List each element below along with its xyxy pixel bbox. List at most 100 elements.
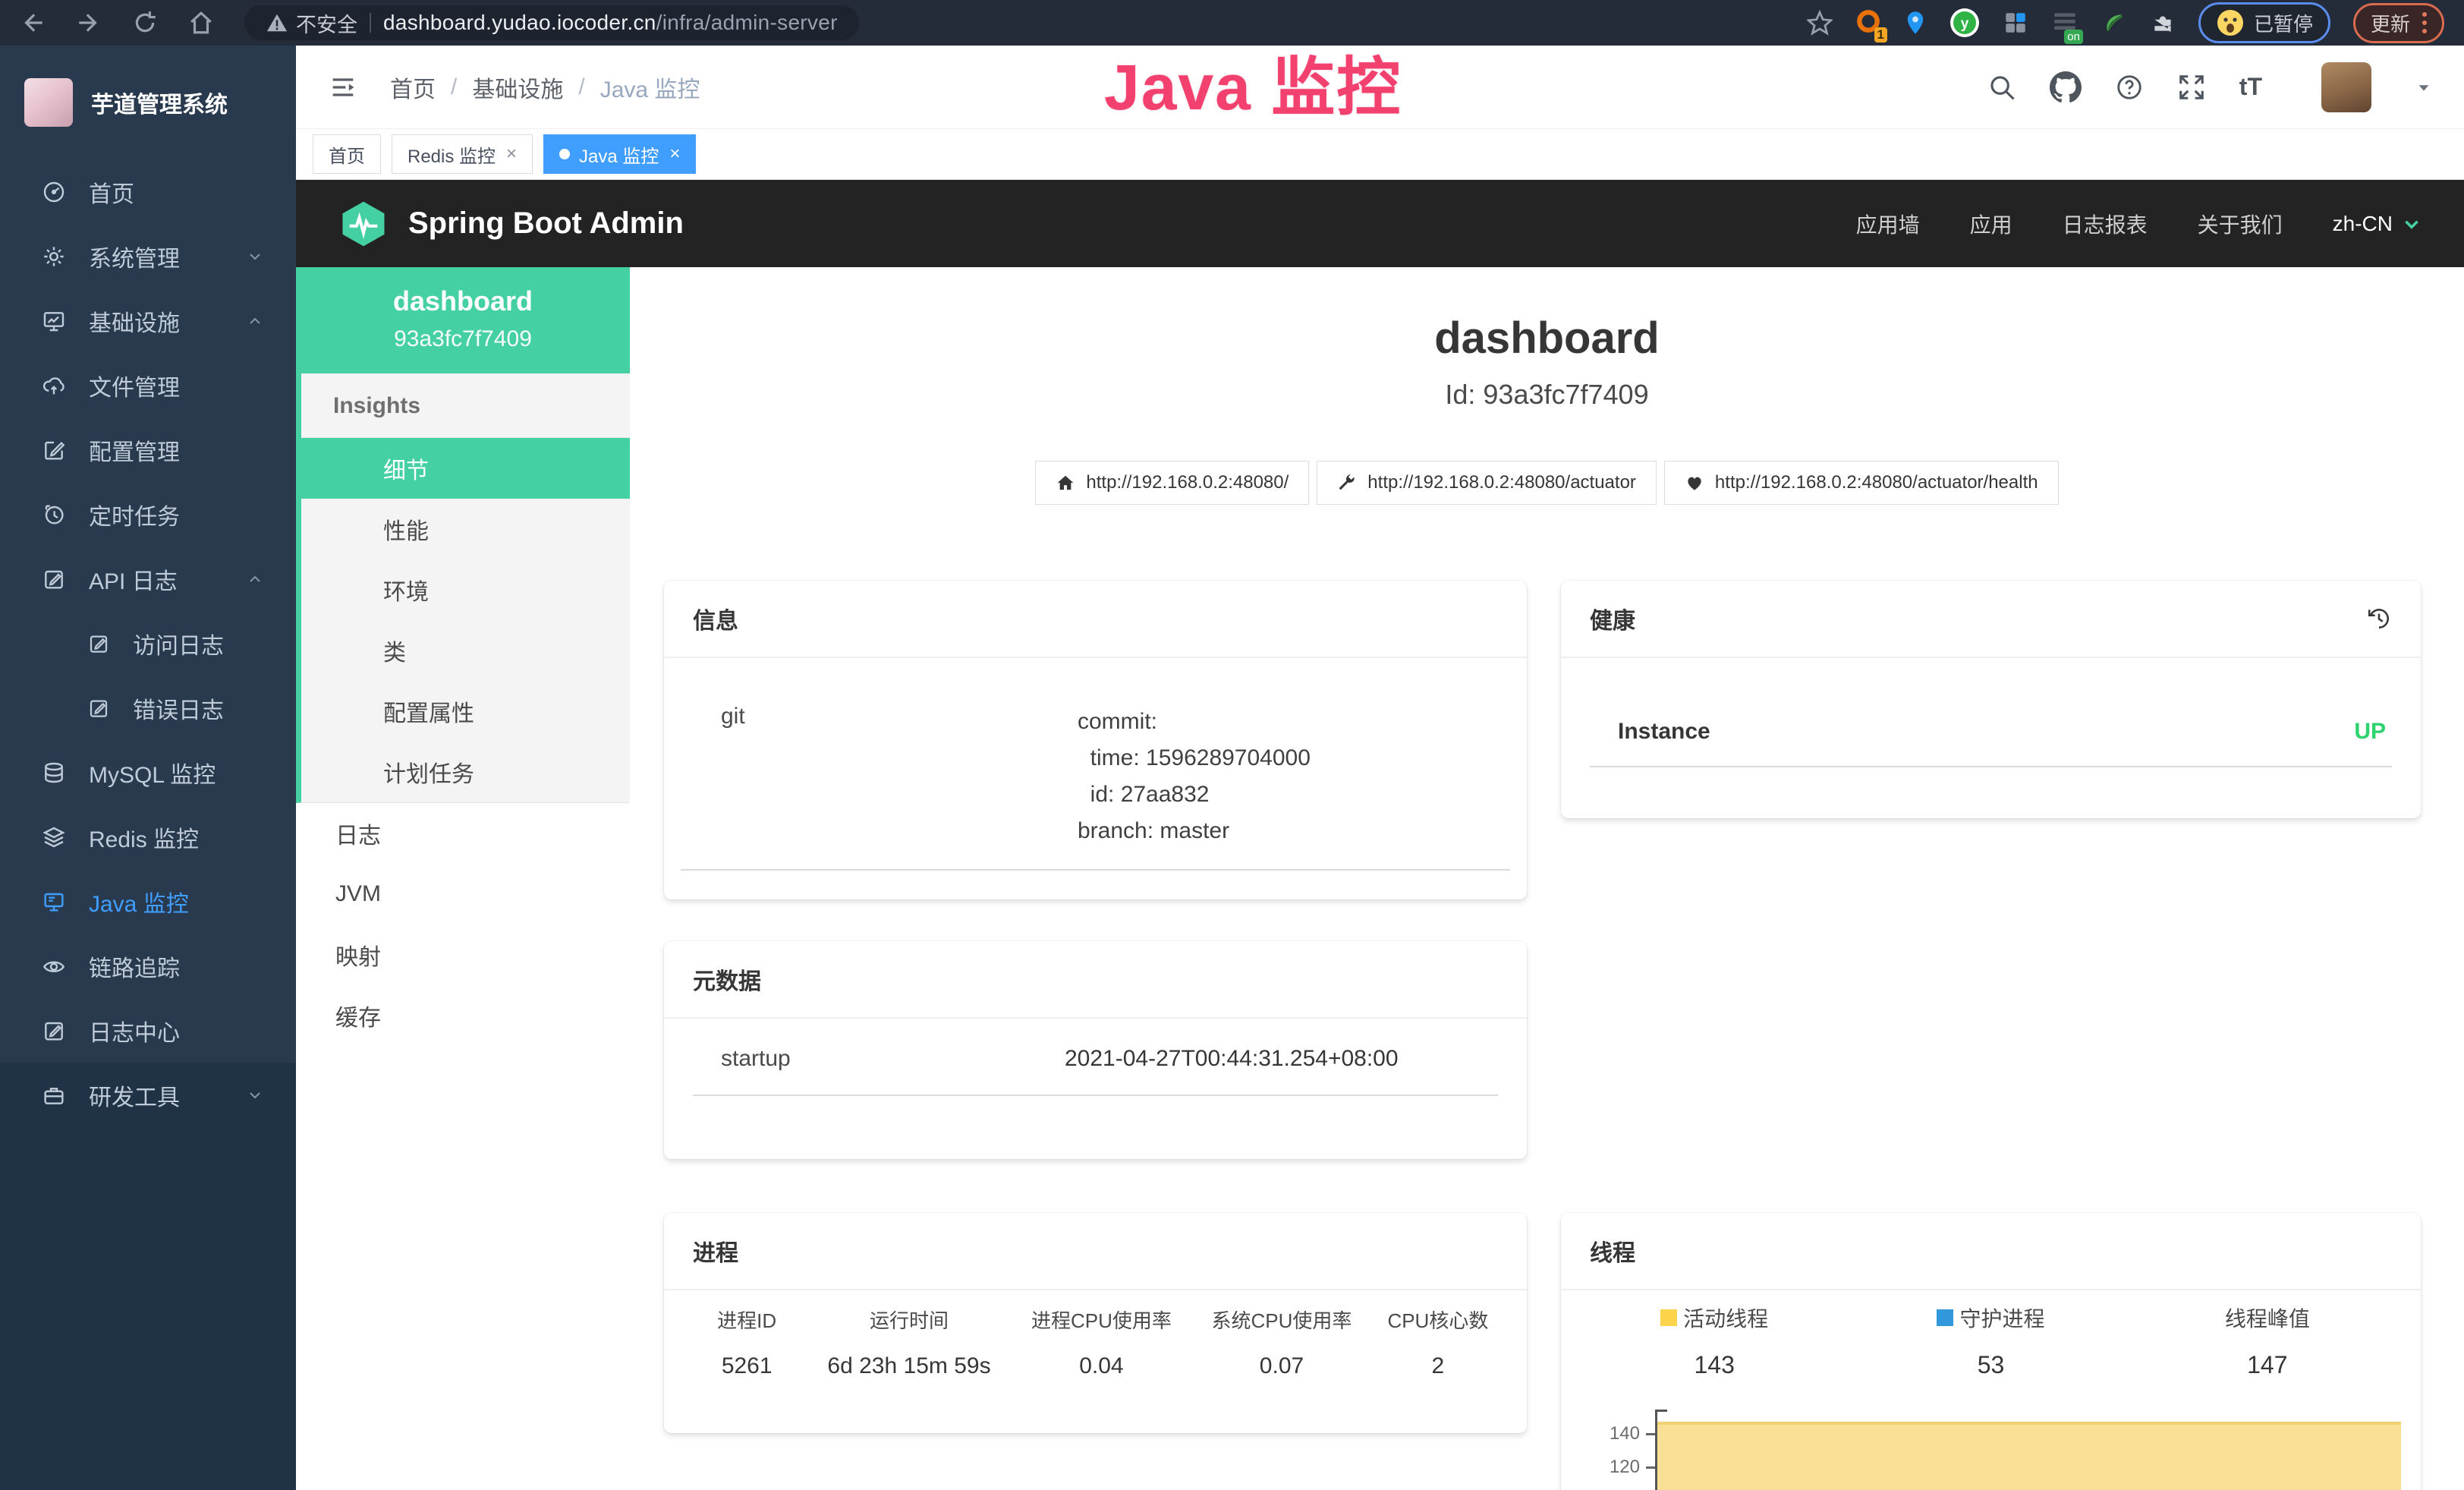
threads-chart: 140 120 100 [1576, 1400, 2406, 1490]
divider [693, 1095, 1498, 1096]
sidebar-item-label: 首页 [89, 175, 134, 209]
breadcrumb-infra[interactable]: 基础设施 [472, 71, 563, 104]
svg-text:y: y [1961, 16, 1969, 32]
actuator-url-button[interactable]: http://192.168.0.2:48080/actuator [1317, 461, 1657, 505]
monitor-icon [42, 890, 66, 914]
history-icon[interactable] [2366, 606, 2392, 632]
sidebar-item-trace[interactable]: 链路追踪 [0, 934, 296, 998]
update-button[interactable]: 更新 [2353, 3, 2444, 43]
sba-brand[interactable]: Spring Boot Admin [338, 199, 684, 249]
fullscreen-icon[interactable] [2177, 73, 2206, 102]
help-icon[interactable] [2115, 73, 2144, 102]
app-logo-image [24, 78, 73, 127]
forward-icon[interactable] [76, 10, 102, 36]
sba-insights-panel: Insights 细节 性能 环境 类 配置属性 计划任务 [296, 373, 630, 803]
info-card: 信息 git commit: time: 1596289704000 id: 2… [664, 581, 1527, 899]
sba-nav-applications[interactable]: 应用 [1970, 209, 2012, 239]
sidebar-item-apilog[interactable]: API 日志 [0, 547, 296, 611]
insights-header: Insights [301, 373, 630, 438]
sba-navbar: Spring Boot Admin 应用墙 应用 日志报表 关于我们 zh-CN [296, 180, 2464, 267]
sidebar-item-mysql[interactable]: MySQL 监控 [0, 740, 296, 805]
ext-grid-icon[interactable] [2003, 10, 2028, 36]
sidebar-item-errorlog[interactable]: 错误日志 [0, 676, 296, 740]
sidebar-item-system[interactable]: 系统管理 [0, 224, 296, 288]
dashboard-icon [42, 180, 66, 204]
font-size-icon[interactable]: tT [2239, 73, 2262, 101]
app-sidebar: 芋道管理系统 首页 系统管理 基础设施 文件管理 配 [0, 46, 296, 1490]
tag-redis[interactable]: Redis 监控× [392, 134, 533, 174]
sidebar-item-label: 文件管理 [89, 369, 180, 402]
edit-square-icon [42, 438, 66, 462]
health-url-button[interactable]: http://192.168.0.2:48080/actuator/health [1664, 461, 2059, 505]
caret-down-icon[interactable] [2415, 79, 2432, 96]
emoji-face-icon [2216, 8, 2245, 37]
ext-y-icon[interactable]: y [1949, 8, 1980, 38]
breadcrumb: 首页 / 基础设施 / Java 监控 [390, 71, 700, 104]
update-label: 更新 [2371, 9, 2410, 37]
address-bar[interactable]: 不安全 dashboard.yudao.iocoder.cn/infra/adm… [244, 5, 859, 40]
ext-leaf-icon[interactable] [2101, 10, 2127, 36]
sidebar-item-infra[interactable]: 基础设施 [0, 288, 296, 353]
bookmark-star-icon[interactable] [1807, 10, 1833, 36]
user-avatar[interactable] [2321, 62, 2371, 112]
git-commit-details: commit: time: 1596289704000 id: 27aa832 … [1078, 704, 1311, 849]
tag-java[interactable]: Java 监控× [543, 134, 696, 174]
sidebar-item-config[interactable]: 配置管理 [0, 417, 296, 482]
close-icon[interactable]: × [506, 143, 517, 165]
sba-menu-details[interactable]: 细节 [301, 438, 630, 499]
github-icon[interactable] [2050, 71, 2082, 103]
sidebar-item-redis[interactable]: Redis 监控 [0, 805, 296, 869]
sba-nav-journal[interactable]: 日志报表 [2063, 209, 2148, 239]
info-card-title: 信息 [664, 581, 1527, 658]
sba-menu-env[interactable]: 环境 [301, 559, 630, 620]
close-icon[interactable]: × [669, 143, 680, 165]
sba-nav-wallboard[interactable]: 应用墙 [1856, 209, 1920, 239]
metadata-card-title: 元数据 [664, 941, 1527, 1019]
sidebar-item-file[interactable]: 文件管理 [0, 353, 296, 417]
home-icon[interactable] [188, 10, 214, 36]
sidebar-item-home[interactable]: 首页 [0, 159, 296, 224]
ext-puzzle-icon[interactable] [2150, 10, 2176, 36]
sidebar-item-java[interactable]: Java 监控 [0, 869, 296, 934]
threads-legend: 活动线程 143 守护进程 53 线程峰值 147 [1576, 1303, 2406, 1379]
sba-instance-header[interactable]: dashboard 93a3fc7f7409 [296, 267, 630, 373]
sidebar-item-accesslog[interactable]: 访问日志 [0, 611, 296, 676]
sba-sidebar: dashboard 93a3fc7f7409 Insights 细节 性能 环境… [296, 267, 630, 1490]
tag-home[interactable]: 首页 [313, 134, 381, 174]
sidebar-item-label: MySQL 监控 [89, 756, 216, 789]
browser-menu-icon[interactable] [2422, 12, 2427, 33]
sidebar-item-devtool[interactable]: 研发工具 [0, 1063, 296, 1127]
sba-menu-metrics[interactable]: 性能 [301, 499, 630, 559]
sba-content: dashboard Id: 93a3fc7f7409 http://192.16… [630, 267, 2464, 1490]
sba-menu-caches[interactable]: 缓存 [296, 985, 630, 1046]
sidebar-item-logcenter[interactable]: 日志中心 [0, 998, 296, 1063]
search-icon[interactable] [1987, 73, 2016, 102]
sba-menu-mappings[interactable]: 映射 [296, 925, 630, 985]
screen: 不安全 dashboard.yudao.iocoder.cn/infra/adm… [0, 0, 2464, 1490]
sidebar-item-label: 日志中心 [89, 1014, 180, 1047]
cpu-cores: 2 [1372, 1353, 1504, 1379]
app-logo[interactable]: 芋道管理系统 [0, 46, 296, 159]
sba-nav-about[interactable]: 关于我们 [2198, 209, 2283, 239]
ext-pin-icon[interactable] [1904, 10, 1927, 36]
sba-menu-configprops[interactable]: 配置属性 [301, 681, 630, 742]
profile-paused-pill[interactable]: 已暂停 [2198, 2, 2330, 43]
collapse-menu-icon[interactable] [328, 72, 358, 102]
sba-menu-scheduledtasks[interactable]: 计划任务 [301, 742, 630, 802]
info-row-label: git [693, 704, 1078, 849]
sba-menu-jvm[interactable]: JVM [296, 864, 630, 925]
sidebar-item-job[interactable]: 定时任务 [0, 482, 296, 547]
reload-icon[interactable] [132, 10, 158, 36]
service-url-button[interactable]: http://192.168.0.2:48080/ [1035, 461, 1309, 505]
monitor-chart-icon [42, 309, 66, 333]
threads-card: 线程 活动线程 143 守护进程 53 [1561, 1213, 2421, 1490]
heart-icon [1685, 473, 1704, 493]
toolbox-icon [42, 1083, 66, 1107]
sba-menu-classes[interactable]: 类 [301, 620, 630, 681]
sidebar-bottom-section: 研发工具 [0, 1063, 296, 1490]
back-icon[interactable] [20, 10, 46, 36]
breadcrumb-home[interactable]: 首页 [390, 71, 436, 104]
sidebar-item-label: 研发工具 [89, 1079, 180, 1112]
sba-locale-select[interactable]: zh-CN [2333, 212, 2422, 236]
sba-menu-logfile[interactable]: 日志 [296, 803, 630, 864]
